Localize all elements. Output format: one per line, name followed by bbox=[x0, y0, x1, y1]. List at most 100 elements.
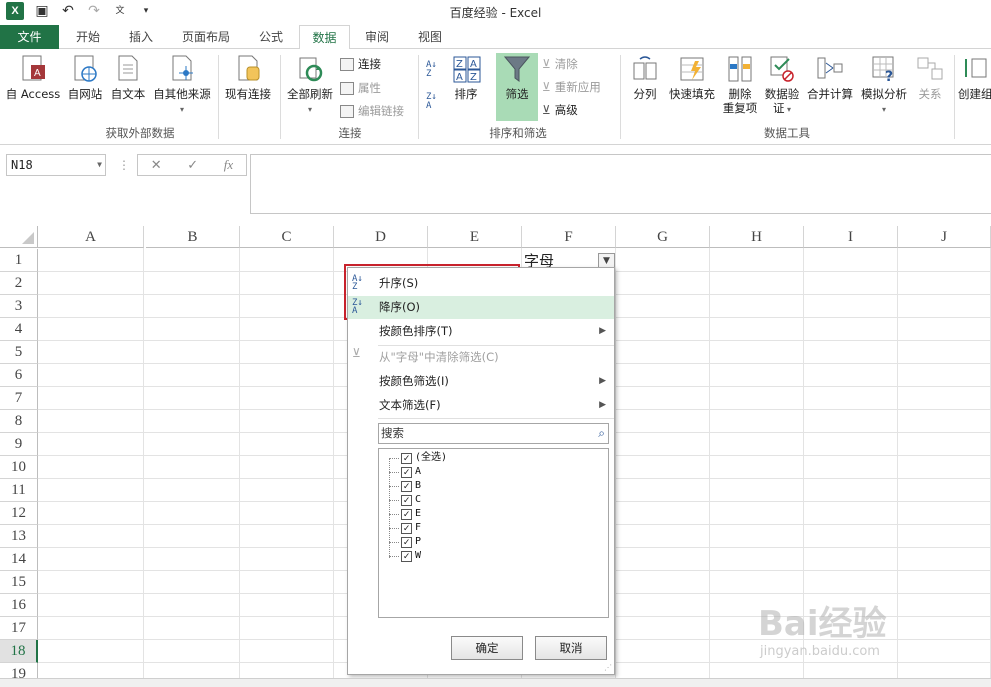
filter-by-color-item[interactable]: 按颜色筛选(I) ▶ bbox=[348, 370, 614, 393]
row-header-9[interactable]: 9 bbox=[0, 433, 38, 456]
row-header-18[interactable]: 18 bbox=[0, 640, 38, 663]
what-if-analysis-button[interactable]: ? 模拟分析 ▾ bbox=[858, 55, 910, 117]
flash-fill-button[interactable]: 快速填充 bbox=[666, 55, 718, 101]
tab-data[interactable]: 数据 bbox=[299, 25, 350, 50]
row-header-6[interactable]: 6 bbox=[0, 364, 38, 387]
tab-view[interactable]: 视图 bbox=[405, 25, 455, 49]
checkbox-checked-icon[interactable]: ✓ bbox=[401, 480, 412, 492]
sort-descending-icon: Z↓ A bbox=[352, 298, 363, 316]
enter-entry-icon[interactable]: ✓ bbox=[187, 158, 198, 173]
row-header-8[interactable]: 8 bbox=[0, 410, 38, 433]
filter-values-list[interactable]: ✓ (全选) ✓ A ✓ B ✓ C ✓ E ✓ F ✓ P ✓ W bbox=[378, 448, 609, 618]
refresh-all-button[interactable]: 全部刷新 ▾ bbox=[284, 55, 336, 117]
checkbox-checked-icon[interactable]: ✓ bbox=[401, 466, 412, 478]
insert-function-icon[interactable]: fx bbox=[224, 157, 233, 173]
row-header-17[interactable]: 17 bbox=[0, 617, 38, 640]
remove-duplicates-button[interactable]: 删除 重复项 bbox=[720, 55, 760, 115]
column-header-a[interactable]: A bbox=[38, 226, 144, 248]
create-group-button[interactable]: 创建组 bbox=[958, 55, 991, 101]
funnel-icon bbox=[503, 55, 531, 83]
filter-value-item[interactable]: ✓ P bbox=[389, 535, 421, 549]
select-all-corner[interactable] bbox=[0, 226, 38, 248]
relationships-button[interactable]: 关系 bbox=[912, 55, 948, 101]
row-header-3[interactable]: 3 bbox=[0, 295, 38, 318]
column-header-b[interactable]: B bbox=[146, 226, 240, 248]
checkbox-checked-icon[interactable]: ✓ bbox=[401, 550, 412, 562]
filter-value-item[interactable]: ✓ A bbox=[389, 465, 421, 479]
advanced-filter-button[interactable]: ⊻ 高级 bbox=[542, 102, 578, 118]
text-to-columns-button[interactable]: 分列 bbox=[626, 55, 664, 101]
row-header-12[interactable]: 12 bbox=[0, 502, 38, 525]
reapply-button[interactable]: ⊻ 重新应用 bbox=[542, 79, 601, 95]
row-header-1[interactable]: 1 bbox=[0, 249, 38, 272]
column-header-f[interactable]: F bbox=[522, 226, 616, 248]
checkbox-checked-icon[interactable]: ✓ bbox=[401, 452, 412, 464]
formula-bar: N18 ▼ ⋮ ✕ ✓ fx bbox=[0, 146, 991, 216]
formula-input[interactable] bbox=[250, 154, 991, 214]
from-access-button[interactable]: A 自 Access bbox=[4, 55, 62, 101]
text-filters-item[interactable]: 文本筛选(F) ▶ bbox=[348, 394, 614, 417]
sort-descending-item[interactable]: Z↓ A 降序(O) bbox=[348, 296, 614, 319]
row-header-10[interactable]: 10 bbox=[0, 456, 38, 479]
column-header-i[interactable]: I bbox=[804, 226, 898, 248]
column-header-d[interactable]: D bbox=[334, 226, 428, 248]
name-box[interactable]: N18 ▼ bbox=[6, 154, 106, 176]
row-header-7[interactable]: 7 bbox=[0, 387, 38, 410]
edit-links-button[interactable]: 编辑链接 bbox=[340, 103, 404, 119]
resize-grip-icon[interactable]: ⋰ bbox=[604, 663, 612, 672]
filter-value-item[interactable]: ✓ F bbox=[389, 521, 421, 535]
connections-button[interactable]: 连接 bbox=[340, 56, 381, 72]
filter-value-item[interactable]: ✓ (全选) bbox=[389, 451, 447, 465]
tab-insert[interactable]: 插入 bbox=[116, 25, 166, 49]
filter-value-item[interactable]: ✓ C bbox=[389, 493, 421, 507]
consolidate-button[interactable]: 合并计算 bbox=[804, 55, 856, 101]
column-header-h[interactable]: H bbox=[710, 226, 804, 248]
tab-file[interactable]: 文件 bbox=[0, 25, 59, 49]
data-validation-button[interactable]: 数据验证 ▾ bbox=[762, 55, 802, 117]
row-header-13[interactable]: 13 bbox=[0, 525, 38, 548]
filter-value-item[interactable]: ✓ B bbox=[389, 479, 421, 493]
row-header-2[interactable]: 2 bbox=[0, 272, 38, 295]
existing-connections-button[interactable]: 现有连接 bbox=[222, 55, 274, 101]
sort-ascending-item[interactable]: A↓ Z 升序(S) bbox=[348, 272, 614, 295]
checkbox-checked-icon[interactable]: ✓ bbox=[401, 494, 412, 506]
column-header-e[interactable]: E bbox=[428, 226, 522, 248]
checkbox-checked-icon[interactable]: ✓ bbox=[401, 508, 412, 520]
row-header-4[interactable]: 4 bbox=[0, 318, 38, 341]
tab-page-layout[interactable]: 页面布局 bbox=[170, 25, 242, 49]
checkbox-checked-icon[interactable]: ✓ bbox=[401, 536, 412, 548]
column-header-j[interactable]: J bbox=[898, 226, 991, 248]
from-other-sources-button[interactable]: 自其他来源 ▾ bbox=[150, 55, 214, 117]
checkbox-checked-icon[interactable]: ✓ bbox=[401, 522, 412, 534]
tab-home[interactable]: 开始 bbox=[62, 25, 114, 49]
filter-value-item[interactable]: ✓ E bbox=[389, 507, 421, 521]
name-box-dropdown-icon[interactable]: ▼ bbox=[97, 155, 102, 175]
filter-value-item[interactable]: ✓ W bbox=[389, 549, 421, 563]
row-header-14[interactable]: 14 bbox=[0, 548, 38, 571]
clear-filter-button[interactable]: ⊻ 清除 bbox=[542, 56, 578, 72]
properties-button[interactable]: 属性 bbox=[340, 80, 381, 96]
column-header-c[interactable]: C bbox=[240, 226, 334, 248]
cancel-entry-icon[interactable]: ✕ bbox=[151, 158, 162, 173]
filter-button[interactable]: 筛选 bbox=[496, 55, 538, 101]
sort-by-color-item[interactable]: 按颜色排序(T) ▶ bbox=[348, 320, 614, 343]
ok-button[interactable]: 确定 bbox=[451, 636, 523, 660]
tab-review[interactable]: 审阅 bbox=[352, 25, 402, 49]
row-header-11[interactable]: 11 bbox=[0, 479, 38, 502]
filter-search-input[interactable]: 搜索 ⌕ bbox=[378, 423, 609, 444]
sort-za-icon[interactable]: Z↓ A bbox=[426, 93, 437, 111]
cancel-button[interactable]: 取消 bbox=[535, 636, 607, 660]
tab-formulas[interactable]: 公式 bbox=[246, 25, 296, 49]
row-header-16[interactable]: 16 bbox=[0, 594, 38, 617]
row-header-15[interactable]: 15 bbox=[0, 571, 38, 594]
sort-button[interactable]: ZAAZ 排序 bbox=[446, 55, 486, 101]
clear-filter-item[interactable]: ⊻ 从"字母"中清除筛选(C) bbox=[348, 346, 614, 369]
column-header-g[interactable]: G bbox=[616, 226, 710, 248]
from-web-button[interactable]: 自网站 bbox=[64, 55, 106, 101]
sort-az-icon[interactable]: A↓ Z bbox=[426, 61, 437, 79]
tree-connector bbox=[389, 527, 399, 529]
from-text-button[interactable]: 自文本 bbox=[107, 55, 149, 101]
row-header-5[interactable]: 5 bbox=[0, 341, 38, 364]
consolidate-icon bbox=[817, 55, 843, 83]
svg-text:?: ? bbox=[885, 69, 893, 83]
